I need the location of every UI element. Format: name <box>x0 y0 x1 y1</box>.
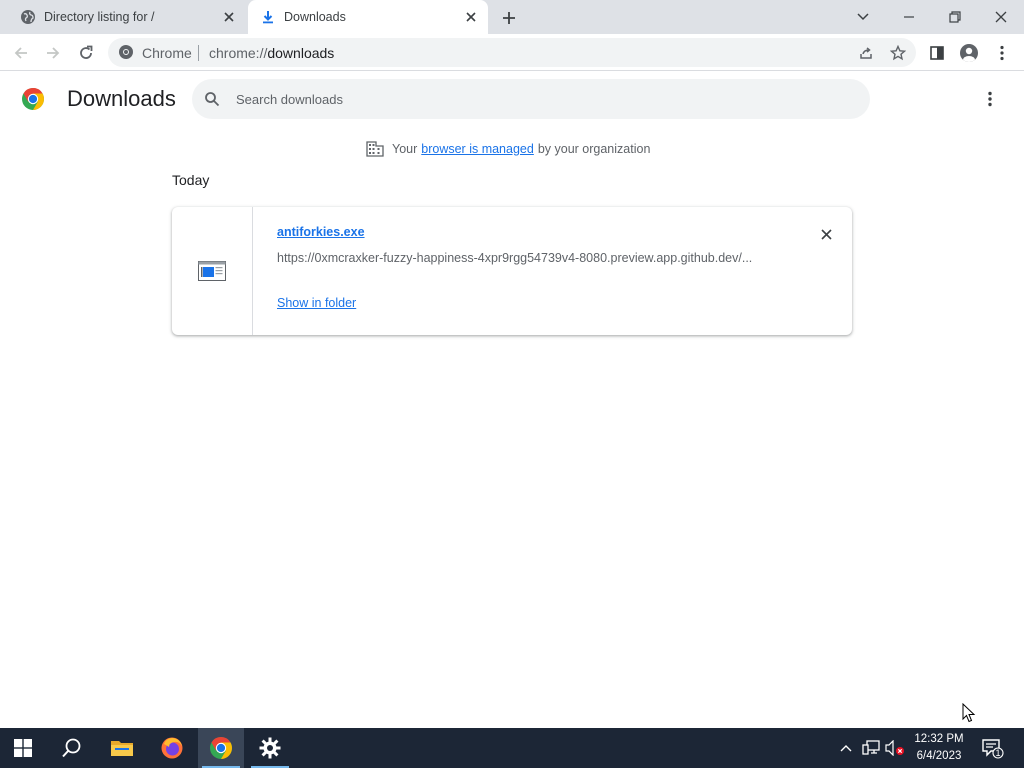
taskbar-search-button[interactable] <box>49 728 95 768</box>
download-icon <box>263 11 273 24</box>
download-source-url: https://0xmcraxker-fuzzy-happiness-4xpr9… <box>277 251 753 265</box>
arrow-left-icon <box>14 47 27 59</box>
tab-title: Directory listing for / <box>44 10 155 24</box>
chrome-menu-button[interactable] <box>989 40 1015 66</box>
chevron-up-icon <box>840 745 852 752</box>
omnibox-divider <box>198 45 199 61</box>
close-tab-icon[interactable] <box>220 8 238 26</box>
show-in-folder-link[interactable]: Show in folder <box>277 296 356 310</box>
clock-time: 12:32 PM <box>914 733 964 745</box>
search-input[interactable] <box>236 89 836 109</box>
tab-downloads[interactable]: Downloads <box>248 0 488 34</box>
volume-muted-icon <box>885 740 904 756</box>
minimize-button[interactable] <box>896 4 922 30</box>
plus-icon <box>503 12 515 24</box>
new-tab-button[interactable] <box>498 7 520 29</box>
firefox-icon <box>161 737 183 759</box>
managed-notice: Your browser is managed by your organiza… <box>366 140 650 158</box>
side-panel-button[interactable] <box>924 40 950 66</box>
close-window-button[interactable] <box>988 4 1014 30</box>
forward-button[interactable] <box>40 40 66 66</box>
download-icon-column <box>172 207 253 335</box>
close-tab-icon[interactable] <box>462 8 480 26</box>
firefox-button[interactable] <box>149 728 195 768</box>
share-button[interactable] <box>856 43 876 63</box>
globe-icon <box>21 10 35 24</box>
tab-search-button[interactable] <box>850 4 876 30</box>
managed-prefix: Your <box>392 142 418 156</box>
clock-date: 6/4/2023 <box>916 750 962 762</box>
action-center-button[interactable]: 1 <box>980 736 1004 760</box>
more-vert-icon <box>1000 45 1004 61</box>
chrome-logo-icon <box>22 88 44 110</box>
building-icon <box>366 141 384 157</box>
search-icon <box>62 738 81 758</box>
arrow-right-icon <box>47 47 60 59</box>
side-panel-icon <box>930 46 944 60</box>
date-section-label: Today <box>172 172 210 188</box>
gear-icon <box>259 737 281 759</box>
chrome-icon <box>210 737 232 759</box>
back-button[interactable] <box>8 40 34 66</box>
windows-taskbar: 12:32 PM 6/4/2023 1 <box>0 728 1024 768</box>
url-scheme: chrome:// <box>209 45 268 61</box>
browser-toolbar: Chrome chrome://downloads <box>0 34 1024 71</box>
file-explorer-button[interactable] <box>99 728 145 768</box>
search-icon <box>205 92 220 107</box>
network-icon <box>862 740 880 755</box>
exe-file-icon <box>198 261 226 281</box>
volume-tray-button[interactable] <box>884 728 906 768</box>
downloads-header: Downloads <box>0 72 1024 128</box>
address-bar[interactable]: Chrome chrome://downloads <box>108 38 916 67</box>
taskbar-clock[interactable]: 12:32 PM 6/4/2023 <box>906 731 972 765</box>
folder-icon <box>111 741 133 756</box>
notification-count-badge: 1 <box>995 748 1001 758</box>
browser-managed-link[interactable]: browser is managed <box>421 142 534 156</box>
restore-icon <box>949 11 961 23</box>
show-hidden-icons-button[interactable] <box>836 728 856 768</box>
more-vert-icon <box>988 91 992 107</box>
reload-button[interactable] <box>73 40 99 66</box>
windows-logo-icon <box>14 739 32 757</box>
share-icon <box>860 47 872 59</box>
settings-taskbar-button[interactable] <box>247 728 293 768</box>
downloads-menu-button[interactable] <box>978 87 1002 111</box>
page-title: Downloads <box>67 86 176 111</box>
url-text[interactable]: chrome://downloads <box>209 45 334 61</box>
tab-directory-listing[interactable]: Directory listing for / <box>8 0 246 34</box>
managed-suffix: by your organization <box>537 142 651 156</box>
download-filename-link[interactable]: antiforkies.exe <box>277 225 365 239</box>
site-label: Chrome <box>142 45 192 61</box>
mouse-cursor-icon <box>962 703 976 723</box>
star-icon <box>890 45 906 61</box>
restore-button[interactable] <box>942 4 968 30</box>
chevron-down-icon <box>857 13 869 21</box>
close-icon <box>995 11 1007 23</box>
url-path: downloads <box>267 45 335 61</box>
profile-button[interactable] <box>956 40 982 66</box>
remove-download-button[interactable] <box>816 224 836 244</box>
network-tray-button[interactable] <box>860 728 882 768</box>
close-icon <box>820 228 832 240</box>
minimize-icon <box>904 16 914 18</box>
bookmark-button[interactable] <box>888 43 908 63</box>
tab-title: Downloads <box>284 10 346 24</box>
reload-icon <box>80 45 93 59</box>
chrome-site-icon <box>119 45 133 59</box>
start-button[interactable] <box>0 728 46 768</box>
avatar-icon <box>960 44 978 62</box>
search-downloads-box[interactable] <box>192 79 870 119</box>
chrome-taskbar-button[interactable] <box>198 728 244 768</box>
tab-strip: Directory listing for / Downloads <box>0 0 1024 34</box>
download-item-card: antiforkies.exe https://0xmcraxker-fuzzy… <box>172 207 852 335</box>
